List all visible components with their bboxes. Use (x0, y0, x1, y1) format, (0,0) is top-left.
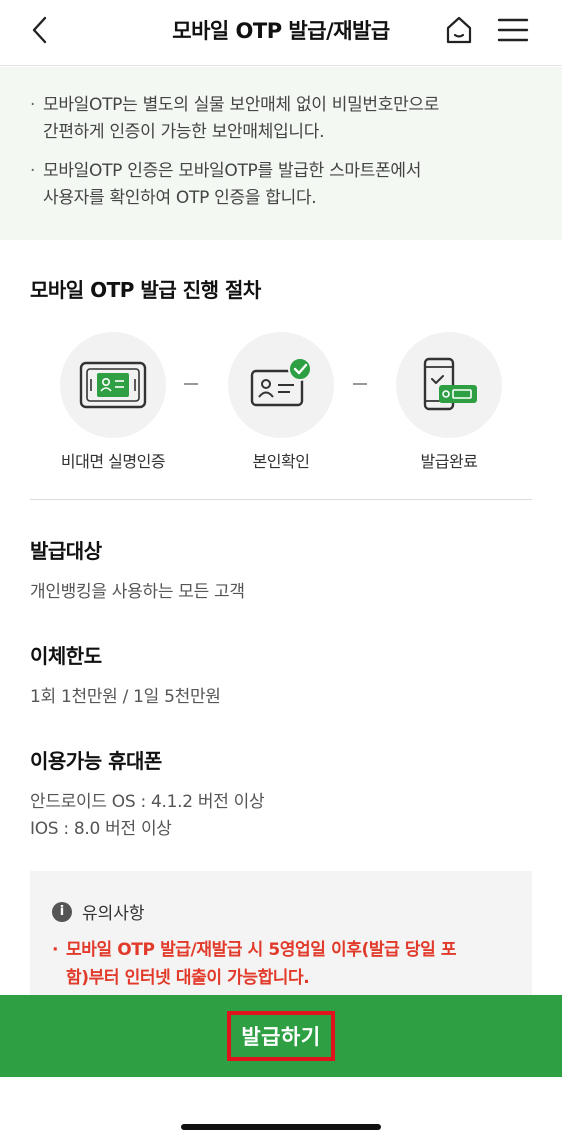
notice-line: 모바일OTP는 별도의 실물 보안매체 없이 비밀번호만으로 (43, 95, 440, 115)
caution-line: 모바일 OTP 발급/재발급 시 5영업일 이후(발급 당일 포 (66, 940, 457, 960)
procedure-steps: 비대면 실명인증 본인확인 발급완료 (30, 332, 532, 472)
phones-text-ios: IOS : 8.0 버전 이상 (30, 819, 172, 839)
intro-notice: · 모바일OTP는 별도의 실물 보안매체 없이 비밀번호만으로 간편하게 인증… (0, 67, 562, 240)
step-connector (184, 383, 198, 385)
limit-text: 1회 1천만원 / 1일 5천만원 (30, 687, 221, 707)
caution-text: · 모바일 OTP 발급/재발급 시 5영업일 이후(발급 당일 포 함)부터 … (52, 936, 510, 992)
caution-line: 함)부터 인터넷 대출이 가능합니다. (66, 968, 310, 988)
phones-text-android: 안드로이드 OS : 4.1.2 버전 이상 (30, 792, 265, 812)
caution-box: i 유의사항 · 모바일 OTP 발급/재발급 시 5영업일 이후(발급 당일 … (30, 871, 532, 996)
target-title: 발급대상 (30, 539, 102, 563)
home-indicator (181, 1124, 381, 1130)
home-icon (446, 16, 472, 44)
notice-line: 사용자를 확인하여 OTP 인증을 합니다. (43, 188, 317, 208)
notice-line: 모바일OTP 인증은 모바일OTP를 발급한 스마트폰에서 (43, 161, 422, 181)
info-icon: i (52, 901, 72, 922)
phone-otp-icon (423, 357, 477, 411)
procedure-title: 모바일 OTP 발급 진행 절차 (30, 278, 261, 302)
target-text: 개인뱅킹을 사용하는 모든 고객 (30, 582, 245, 602)
step-identity-verification: 비대면 실명인증 (38, 332, 188, 472)
step-issue-complete: 발급완료 (374, 332, 524, 472)
notice-item: · 모바일OTP 인증은 모바일OTP를 발급한 스마트폰에서 사용자를 확인하… (30, 158, 532, 212)
step-self-check: 본인확인 (206, 332, 356, 472)
step-label: 비대면 실명인증 (60, 452, 166, 471)
step-icon-circle (60, 332, 166, 438)
caution-header: i 유의사항 (52, 899, 510, 924)
notice-item: · 모바일OTP는 별도의 실물 보안매체 없이 비밀번호만으로 간편하게 인증… (30, 92, 532, 146)
home-button[interactable] (441, 12, 477, 48)
step-icon-circle (228, 332, 334, 438)
issue-button[interactable]: 발급하기 (227, 1011, 335, 1061)
page-title: 모바일 OTP 발급/재발급 (172, 19, 390, 43)
step-label: 발급완료 (420, 452, 478, 471)
section-divider (30, 499, 532, 500)
hamburger-menu-icon (497, 18, 529, 42)
step-label: 본인확인 (252, 452, 310, 471)
notice-line: 간편하게 인증이 가능한 보안매체입니다. (43, 122, 325, 142)
top-app-bar: 모바일 OTP 발급/재발급 (0, 0, 562, 66)
bullet: · (52, 940, 59, 960)
limit-title: 이체한도 (30, 644, 102, 668)
phones-title: 이용가능 휴대폰 (30, 749, 162, 773)
id-card-scan-icon (79, 361, 147, 409)
step-connector (353, 383, 367, 385)
bullet: · (30, 95, 36, 115)
bottom-cta-bar[interactable]: 발급하기 (0, 995, 562, 1077)
caution-title: 유의사항 (82, 904, 145, 924)
id-card-check-icon (250, 357, 312, 407)
step-icon-circle (396, 332, 502, 438)
bullet: · (30, 161, 36, 181)
menu-button[interactable] (494, 12, 532, 48)
